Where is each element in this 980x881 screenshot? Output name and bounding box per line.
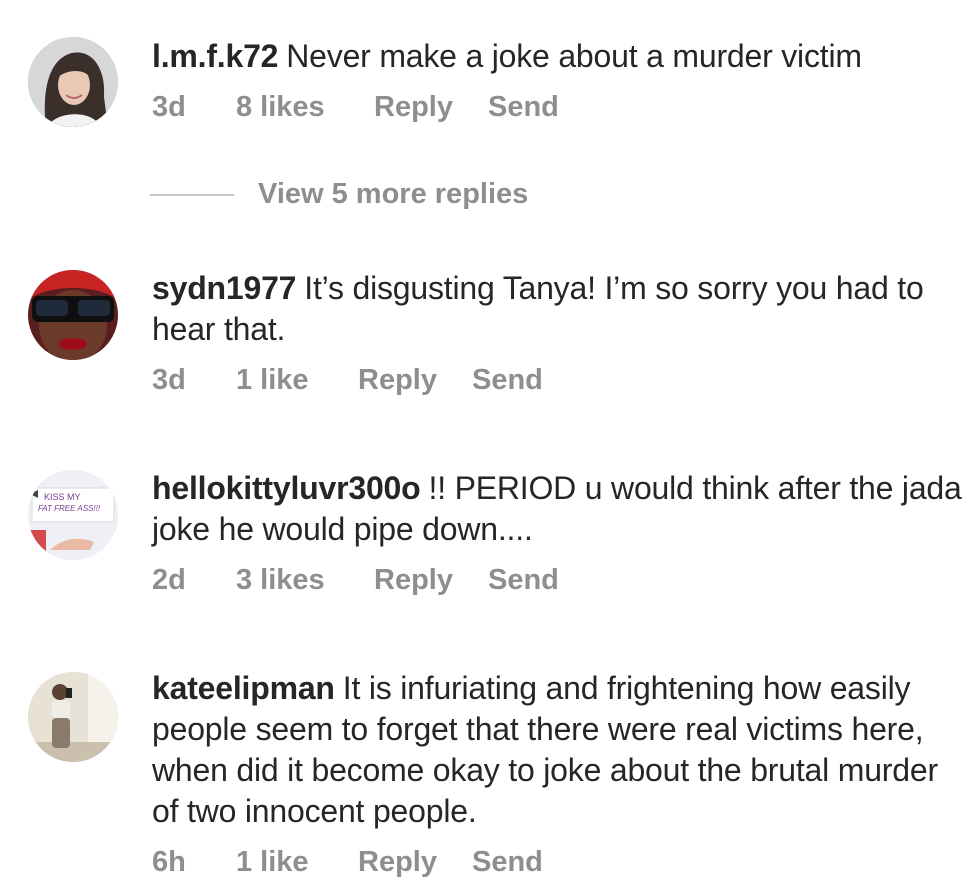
avatar[interactable] <box>28 672 118 762</box>
send-button[interactable]: Send <box>488 564 559 597</box>
profile-photo-icon <box>28 270 118 360</box>
avatar[interactable]: KISS MY FAT FREE ASS!!! <box>28 470 118 560</box>
send-button[interactable]: Send <box>488 91 559 124</box>
sign-text: KISS MY <box>44 492 81 502</box>
comment-text: l.m.f.k72 Never make a joke about a murde… <box>152 36 966 77</box>
reply-button[interactable]: Reply <box>374 564 453 597</box>
comment-time: 3d <box>152 91 186 123</box>
comment-text: sydn1977 It’s disgusting Tanya! I’m so so… <box>152 268 966 350</box>
comment-username[interactable]: hellokittyluvr300o <box>152 470 421 506</box>
profile-photo-icon <box>28 672 118 762</box>
comment-text: hellokittyluvr300o!! PERIOD u would thin… <box>152 468 966 550</box>
comment-time: 3d <box>152 364 186 396</box>
profile-photo-icon <box>28 37 118 127</box>
divider <box>150 194 234 196</box>
likes-count[interactable]: 8 likes <box>236 91 325 124</box>
comment-text: kateelipman It is infuriating and frighte… <box>152 668 966 832</box>
comment-time: 2d <box>152 564 186 596</box>
comment-time: 6h <box>152 846 186 878</box>
view-more-replies-label[interactable]: View 5 more replies <box>258 178 528 211</box>
avatar[interactable] <box>28 37 118 127</box>
comment-username[interactable]: sydn1977 <box>152 270 296 306</box>
likes-count[interactable]: 1 like <box>236 846 309 879</box>
reply-button[interactable]: Reply <box>374 91 453 124</box>
comment-body: Never make a joke about a murder victim <box>286 38 862 74</box>
comment-username[interactable]: kateelipman <box>152 670 335 706</box>
send-button[interactable]: Send <box>472 846 543 879</box>
likes-count[interactable]: 3 likes <box>236 564 325 597</box>
avatar[interactable] <box>28 270 118 360</box>
likes-count[interactable]: 1 like <box>236 364 309 397</box>
reply-button[interactable]: Reply <box>358 846 437 879</box>
comment-username[interactable]: l.m.f.k72 <box>152 38 278 74</box>
svg-text:FAT FREE ASS!!!: FAT FREE ASS!!! <box>38 504 101 513</box>
profile-photo-icon: KISS MY FAT FREE ASS!!! <box>28 470 118 560</box>
reply-button[interactable]: Reply <box>358 364 437 397</box>
send-button[interactable]: Send <box>472 364 543 397</box>
